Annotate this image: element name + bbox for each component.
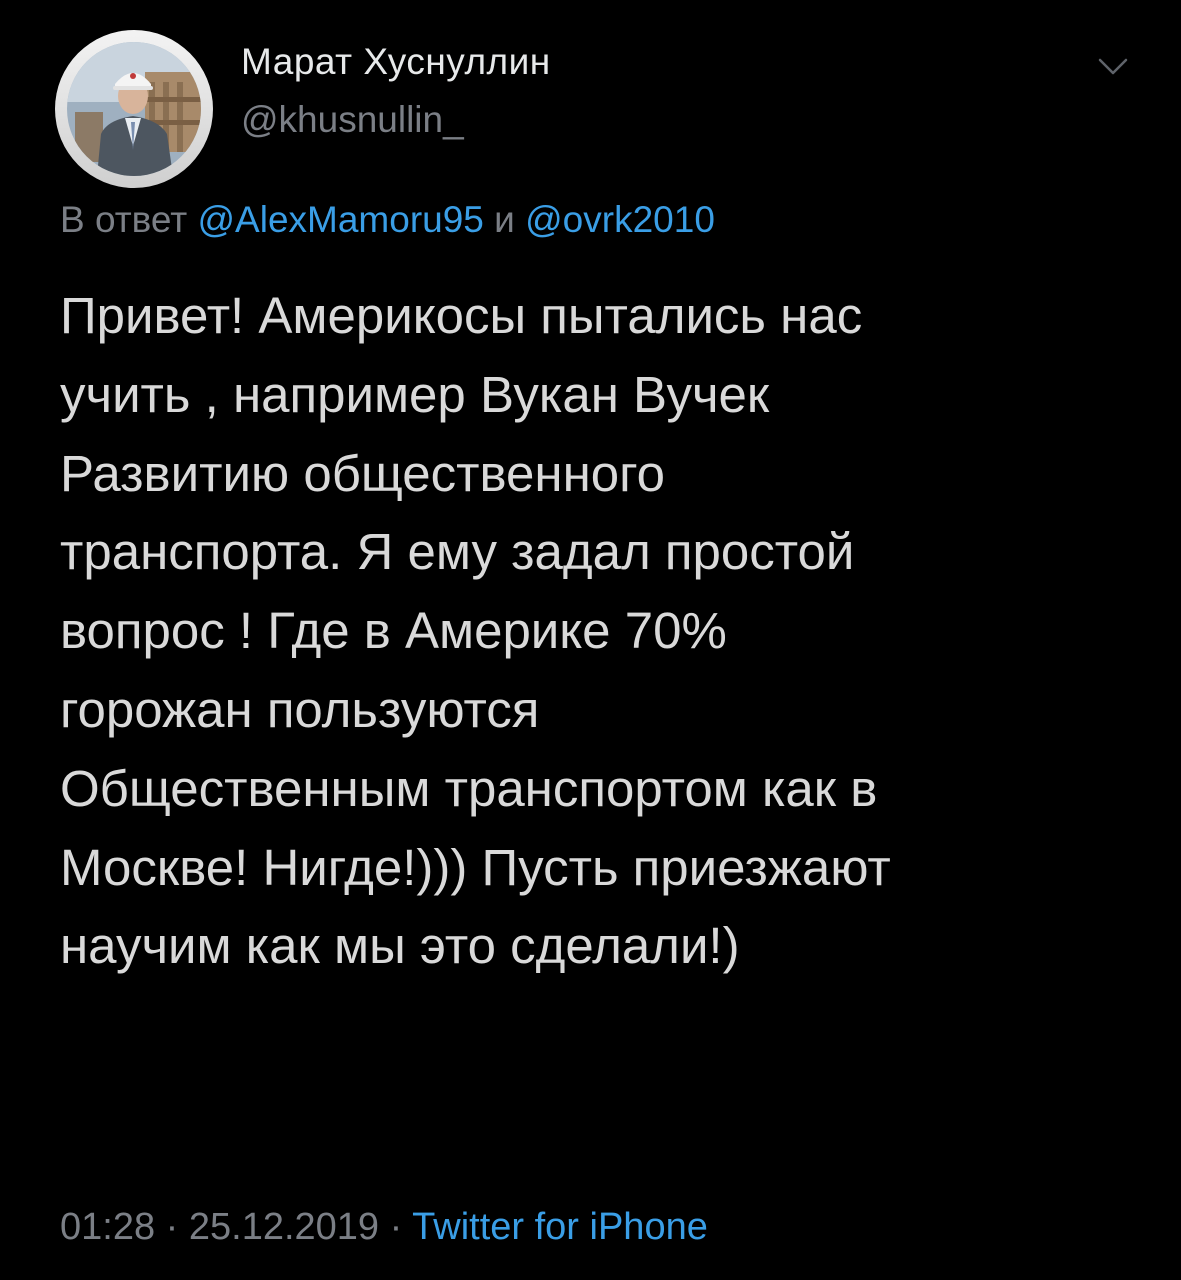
author-name[interactable]: Марат Хуснуллин bbox=[241, 40, 551, 84]
reply-prefix: В ответ bbox=[60, 199, 188, 240]
avatar-photo bbox=[67, 42, 201, 176]
meta-separator: · bbox=[165, 1206, 179, 1248]
reply-context: В ответ @AlexMamoru95 и @ovrk2010 bbox=[60, 196, 715, 244]
tweet-text-line: Общественным транспортом как в bbox=[60, 759, 878, 817]
avatar[interactable] bbox=[55, 30, 213, 188]
tweet-meta: 01:28 · 25.12.2019 · Twitter for iPhone bbox=[60, 1203, 708, 1251]
tweet: Марат Хуснуллин @khusnullin_ В ответ @Al… bbox=[0, 0, 1181, 1280]
reply-conjunction: и bbox=[494, 199, 515, 240]
tweet-date[interactable]: 25.12.2019 bbox=[189, 1206, 379, 1248]
reply-user-link[interactable]: @ovrk2010 bbox=[525, 199, 715, 240]
meta-separator: · bbox=[389, 1206, 403, 1248]
tweet-text-line: транспорта. Я ему задал простой bbox=[60, 523, 855, 581]
tweet-text-line: Развитию общественного bbox=[60, 444, 665, 502]
author-handle[interactable]: @khusnullin_ bbox=[241, 98, 464, 142]
tweet-text-line: Привет! Америкосы пытались нас bbox=[60, 287, 863, 344]
tweet-text-line: вопрос ! Где в Америке 70% bbox=[60, 602, 727, 660]
tweet-text-line: Москве! Нигде!))) Пусть приезжают bbox=[60, 838, 891, 896]
reply-user-link[interactable]: @AlexMamoru95 bbox=[198, 199, 484, 240]
tweet-source-link[interactable]: Twitter for iPhone bbox=[412, 1206, 708, 1248]
tweet-time[interactable]: 01:28 bbox=[60, 1206, 155, 1248]
tweet-text-line: учить , например Вукан Вучек bbox=[60, 365, 770, 423]
tweet-text: Привет! Америкосы пытались нас учить , н… bbox=[60, 277, 1160, 986]
tweet-text-line: горожан пользуются bbox=[60, 680, 540, 738]
tweet-text-line: научим как мы это сделали!) bbox=[60, 917, 740, 975]
chevron-down-icon[interactable] bbox=[1096, 50, 1130, 84]
